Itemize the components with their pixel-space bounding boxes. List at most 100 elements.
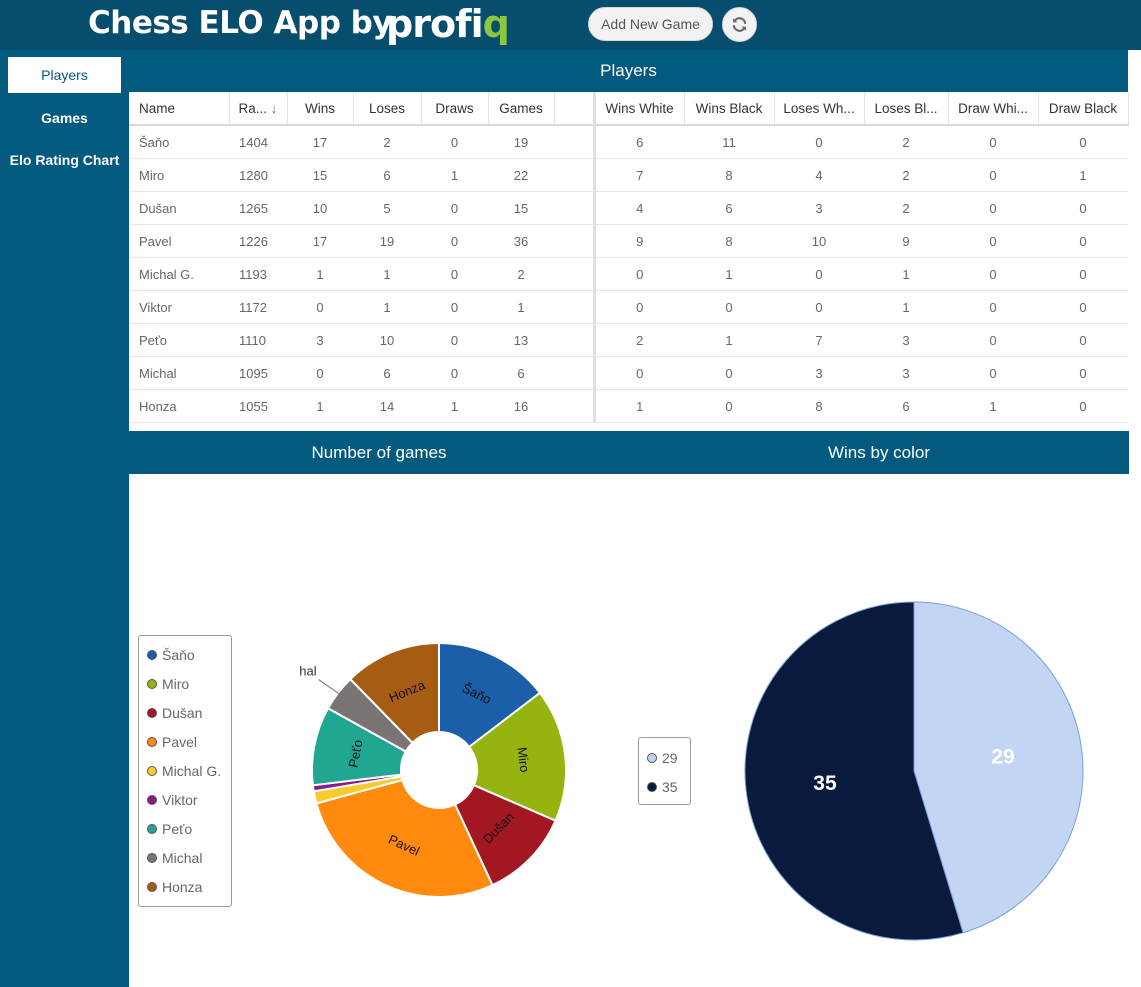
table-cell: 0 bbox=[948, 257, 1038, 291]
sidebar: Players Games Elo Rating Chart bbox=[0, 50, 129, 987]
column-header[interactable]: Loses bbox=[353, 92, 422, 126]
table-cell: 17 bbox=[287, 224, 353, 258]
legend-swatch bbox=[147, 708, 157, 718]
column-header[interactable]: Draws bbox=[421, 92, 489, 126]
table-cell: 2 bbox=[594, 323, 684, 357]
players-section-title: Players bbox=[129, 50, 1128, 92]
column-header[interactable]: Loses Bl... bbox=[864, 92, 949, 126]
table-cell: 0 bbox=[421, 224, 488, 258]
column-header[interactable]: Wins bbox=[287, 92, 354, 126]
player-name-cell: Pavel bbox=[129, 224, 229, 258]
column-header[interactable]: Loses Wh... bbox=[774, 92, 865, 126]
legend-swatch bbox=[647, 782, 657, 792]
table-cell: 2 bbox=[488, 257, 554, 291]
column-header[interactable] bbox=[554, 92, 596, 126]
table-cell bbox=[554, 224, 596, 258]
table-cell: 1 bbox=[421, 158, 488, 192]
table-cell: 19 bbox=[353, 224, 421, 258]
legend-item[interactable]: 29 bbox=[647, 748, 678, 768]
table-cell: 0 bbox=[948, 356, 1038, 390]
table-row[interactable]: Šaňo 1404 17 2 0 19 6 11 0 2 0 0 bbox=[129, 125, 1128, 159]
table-cell: 1 bbox=[1038, 158, 1128, 192]
column-header[interactable]: Ra... ↓ bbox=[229, 92, 288, 126]
table-row[interactable]: Dušan 1265 10 5 0 15 4 6 3 2 0 0 bbox=[129, 191, 1128, 225]
table-cell: 1404 bbox=[229, 125, 287, 159]
table-cell: 1 bbox=[864, 290, 948, 324]
table-cell: 1 bbox=[287, 257, 353, 291]
table-cell: 0 bbox=[948, 290, 1038, 324]
table-cell: 3 bbox=[287, 323, 353, 357]
legend-item[interactable]: Dušan bbox=[147, 703, 202, 723]
table-cell: 1 bbox=[948, 389, 1038, 423]
table-cell: 0 bbox=[1038, 290, 1128, 324]
table-row[interactable]: Peťo 1110 3 10 0 13 2 1 7 3 0 0 bbox=[129, 323, 1128, 357]
refresh-button[interactable] bbox=[722, 7, 757, 42]
player-name-cell: Peťo bbox=[129, 323, 229, 357]
table-cell: 16 bbox=[488, 389, 554, 423]
column-header[interactable]: Draw Black bbox=[1038, 92, 1129, 126]
table-row[interactable]: Miro 1280 15 6 1 22 7 8 4 2 0 1 bbox=[129, 158, 1128, 192]
column-header-label: Ra... bbox=[238, 100, 267, 116]
sidebar-item-players[interactable]: Players bbox=[8, 57, 121, 93]
legend-item[interactable]: Michal G. bbox=[147, 761, 221, 781]
table-cell bbox=[554, 125, 596, 159]
legend-item[interactable]: Michal bbox=[147, 848, 202, 868]
table-cell: 0 bbox=[774, 290, 864, 324]
table-cell: 6 bbox=[594, 125, 684, 159]
table-cell: 7 bbox=[594, 158, 684, 192]
column-header[interactable]: Wins Black bbox=[684, 92, 775, 126]
table-cell: 0 bbox=[594, 356, 684, 390]
table-cell: 7 bbox=[774, 323, 864, 357]
legend-item[interactable]: Miro bbox=[147, 674, 189, 694]
legend-item[interactable]: 35 bbox=[647, 777, 678, 797]
table-cell: 0 bbox=[948, 158, 1038, 192]
legend-item[interactable]: Viktor bbox=[147, 790, 198, 810]
table-cell: 15 bbox=[488, 191, 554, 225]
table-cell: 0 bbox=[1038, 191, 1128, 225]
table-cell: 3 bbox=[864, 356, 948, 390]
table-cell: 0 bbox=[948, 191, 1038, 225]
slice-leader-line bbox=[318, 679, 342, 696]
legend-swatch bbox=[147, 737, 157, 747]
legend-item[interactable]: Pavel bbox=[147, 732, 197, 752]
table-cell: 17 bbox=[287, 125, 353, 159]
table-cell: 0 bbox=[684, 389, 774, 423]
table-cell: 6 bbox=[864, 389, 948, 423]
table-row[interactable]: Michal 1095 0 6 0 6 0 0 3 3 0 0 bbox=[129, 356, 1128, 390]
sidebar-item-elo-rating-chart[interactable]: Elo Rating Chart bbox=[0, 142, 129, 178]
column-header[interactable]: Name bbox=[129, 92, 230, 126]
table-row[interactable]: Michal G. 1193 1 1 0 2 0 1 0 1 0 0 bbox=[129, 257, 1128, 291]
table-cell bbox=[554, 191, 596, 225]
table-row[interactable]: Honza 1055 1 14 1 16 1 0 8 6 1 0 bbox=[129, 389, 1128, 423]
legend-item[interactable]: Peťo bbox=[147, 819, 192, 839]
legend-swatch bbox=[647, 753, 657, 763]
table-cell: 1 bbox=[421, 389, 488, 423]
slice-label: Michal bbox=[299, 664, 317, 679]
table-cell: 0 bbox=[1038, 125, 1128, 159]
table-row[interactable]: Pavel 1226 17 19 0 36 9 8 10 9 0 0 bbox=[129, 224, 1128, 258]
app-title: Chess ELO App by bbox=[88, 5, 393, 41]
table-cell bbox=[554, 290, 596, 324]
column-header[interactable]: Games bbox=[488, 92, 555, 126]
legend-label: Peťo bbox=[162, 821, 193, 837]
legend-item[interactable]: Šaňo bbox=[147, 645, 195, 665]
table-body: Šaňo 1404 17 2 0 19 6 11 0 2 0 0 Miro 1280 15 6 1 22 7 8 4 2 0… bbox=[129, 125, 1128, 423]
legend-item[interactable]: Honza bbox=[147, 877, 202, 897]
slice-label: Miro bbox=[514, 746, 532, 773]
table-cell: 14 bbox=[353, 389, 421, 423]
sidebar-item-games[interactable]: Games bbox=[8, 100, 121, 136]
column-header[interactable]: Draw Whi... bbox=[948, 92, 1039, 126]
legend-swatch bbox=[147, 650, 157, 660]
table-cell: 2 bbox=[864, 125, 948, 159]
table-cell: 2 bbox=[353, 125, 421, 159]
table-cell: 1 bbox=[488, 290, 554, 324]
table-cell: 0 bbox=[684, 356, 774, 390]
column-header[interactable]: Wins White bbox=[594, 92, 685, 126]
table-cell: 8 bbox=[684, 224, 774, 258]
table-row[interactable]: Viktor 1172 0 1 0 1 0 0 0 1 0 0 bbox=[129, 290, 1128, 324]
table-cell: 0 bbox=[948, 224, 1038, 258]
add-new-game-button[interactable]: Add New Game bbox=[588, 7, 713, 41]
wins-chart-title: Wins by color bbox=[629, 431, 1129, 474]
table-cell: 19 bbox=[488, 125, 554, 159]
table-cell: 9 bbox=[864, 224, 948, 258]
